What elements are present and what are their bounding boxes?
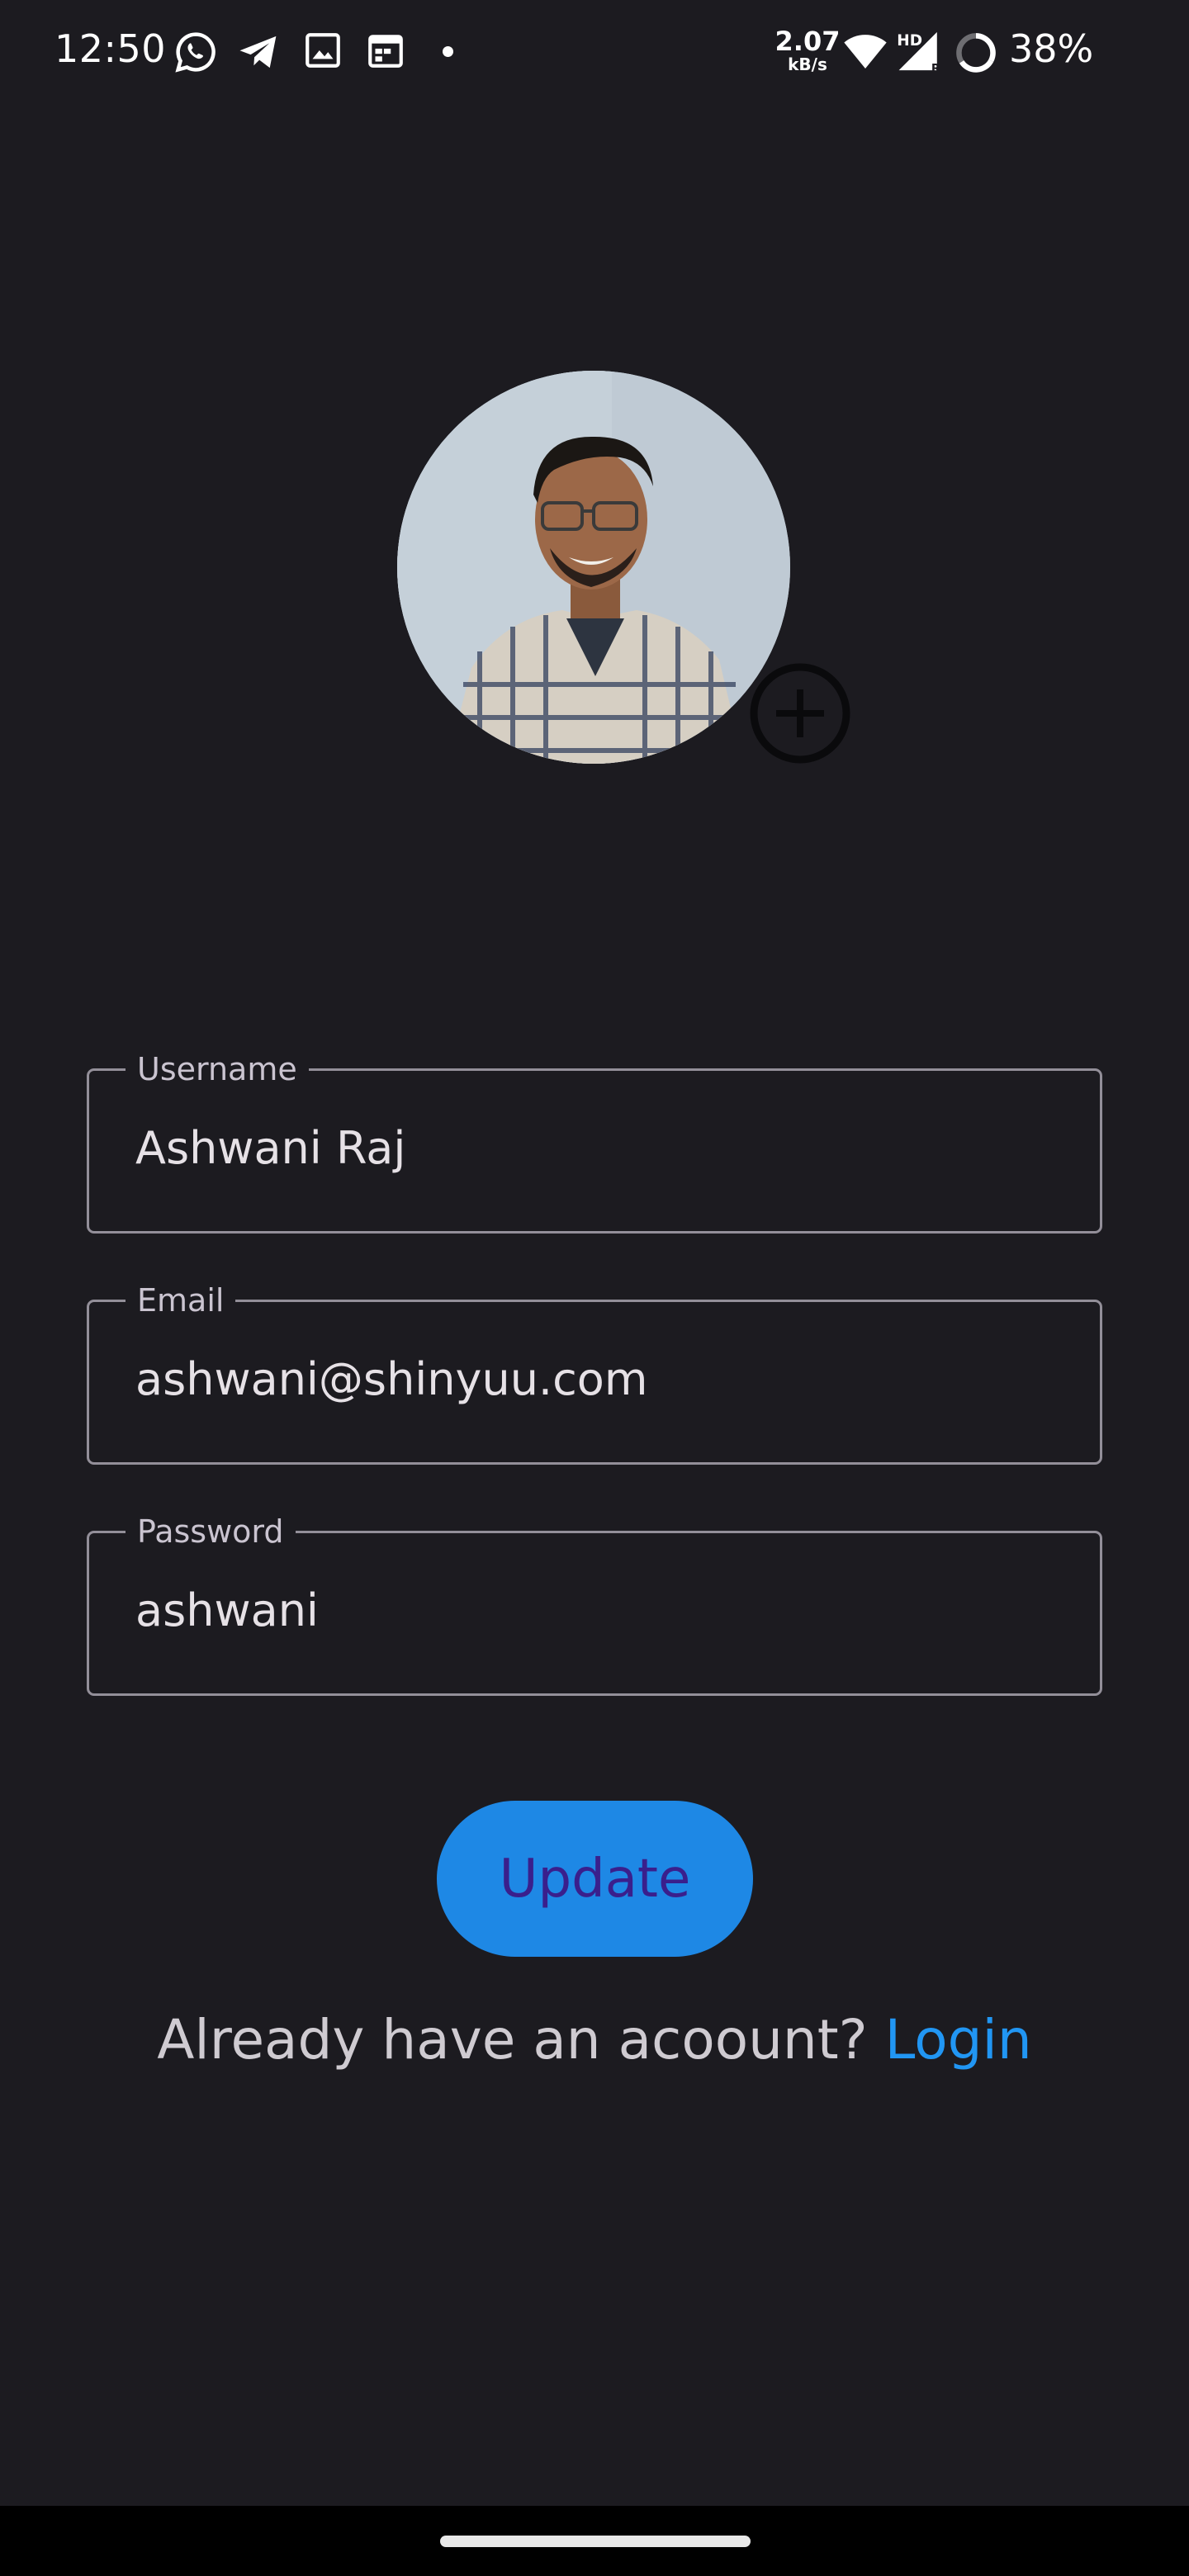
email-field[interactable]: Email ashwani@shinyuu.com	[87, 1282, 1102, 1465]
login-prompt-line: Already have an acoount? Login	[0, 2008, 1189, 2072]
login-prompt-text: Already have an acoount?	[157, 2008, 885, 2072]
telegram-icon	[236, 30, 281, 78]
username-label: Username	[126, 1051, 309, 1087]
network-speed: 2.07 kB/s	[773, 28, 842, 73]
profile-photo	[397, 371, 790, 764]
calendar-icon	[365, 30, 406, 74]
battery-percent: 38%	[1009, 26, 1094, 71]
password-input[interactable]: ashwani	[135, 1584, 319, 1636]
email-input[interactable]: ashwani@shinyuu.com	[135, 1353, 647, 1405]
home-gesture-handle[interactable]	[440, 2536, 751, 2547]
update-button[interactable]: Update	[437, 1801, 753, 1957]
status-bar: 12:50 2.07 kB/s HD R 38%	[0, 0, 1189, 104]
network-type-label: HD	[897, 32, 922, 50]
navigation-bar	[0, 2506, 1189, 2576]
roaming-label: R	[931, 62, 940, 74]
avatar[interactable]	[397, 371, 790, 764]
battery-ring-icon	[955, 31, 997, 78]
username-field[interactable]: Username Ashwani Raj	[87, 1051, 1102, 1234]
password-label: Password	[126, 1513, 296, 1550]
username-input[interactable]: Ashwani Raj	[135, 1122, 405, 1174]
password-field[interactable]: Password ashwani	[87, 1513, 1102, 1696]
network-speed-unit: kB/s	[788, 54, 827, 74]
login-link[interactable]: Login	[885, 2008, 1032, 2072]
email-label: Email	[126, 1282, 236, 1319]
network-speed-value: 2.07	[775, 26, 841, 57]
whatsapp-icon	[173, 30, 218, 78]
status-time: 12:50	[54, 26, 167, 71]
add-circle-icon	[750, 663, 850, 764]
wifi-icon	[842, 31, 888, 74]
add-photo-button[interactable]	[748, 661, 852, 765]
signal-icon: HD R	[895, 28, 945, 78]
gallery-icon	[302, 30, 343, 74]
notification-dot	[443, 46, 453, 57]
